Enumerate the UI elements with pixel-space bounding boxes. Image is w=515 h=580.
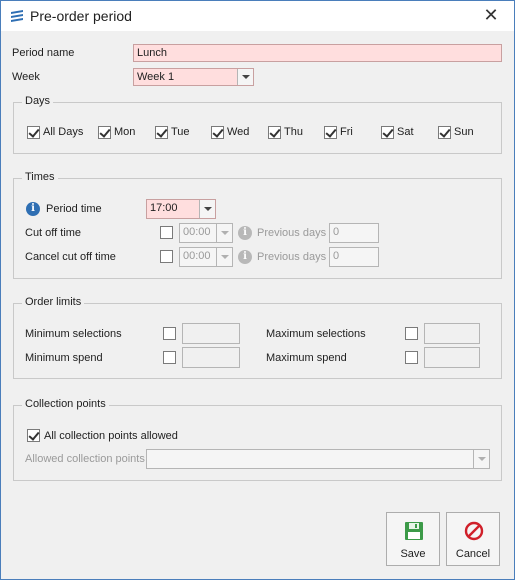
chevron-down-icon[interactable] [199,200,215,218]
minimum-spend-input[interactable] [182,347,240,368]
period-time-value: 17:00 [150,202,178,214]
period-name-value: Lunch [137,47,167,59]
minimum-spend-checkbox[interactable] [163,351,176,364]
chevron-down-icon[interactable] [473,450,489,468]
minimum-selections-checkbox[interactable] [163,327,176,340]
collection-points-group [13,405,502,481]
week-select[interactable]: Week 1 [133,68,254,86]
period-name-input[interactable]: Lunch [133,44,502,62]
cut-off-previous-days-label: Previous days [257,227,327,239]
cancel-previous-days-input[interactable]: 0 [329,247,379,267]
week-label: Week [12,71,40,83]
cut-off-previous-days-input[interactable]: 0 [329,223,379,243]
all-collection-points-checkbox[interactable] [27,429,40,442]
allowed-collection-points-select[interactable] [146,449,490,469]
close-icon[interactable]: ✕ [483,6,499,24]
cancel-icon [464,521,484,541]
collection-points-group-title: Collection points [22,398,109,410]
period-time-input[interactable]: 17:00 [146,199,216,219]
fri-label: Fri [340,126,353,138]
cancel-cut-off-time-input[interactable]: 00:00 [179,247,233,267]
week-value: Week 1 [137,71,175,83]
all-days-label: All Days [43,126,84,138]
app-logo-icon [11,10,23,22]
chevron-down-icon[interactable] [216,224,232,242]
times-group-title: Times [22,171,58,183]
cancel-cut-off-time-label: Cancel cut off time [25,251,116,263]
window-title: Pre-order period [30,8,132,24]
info-icon: i [238,226,252,240]
sat-label: Sat [397,126,414,138]
sun-checkbox[interactable] [438,126,451,139]
cut-off-time-label: Cut off time [25,227,82,239]
minimum-spend-label: Minimum spend [25,352,103,364]
maximum-selections-input[interactable] [424,323,480,344]
cancel-button-label: Cancel [455,548,491,560]
cut-off-time-checkbox[interactable] [160,226,173,239]
maximum-spend-checkbox[interactable] [405,351,418,364]
title-bar: Pre-order period ✕ [1,1,514,31]
cancel-button[interactable]: Cancel [446,512,500,566]
period-name-label: Period name [12,47,75,59]
cut-off-time-input[interactable]: 00:00 [179,223,233,243]
info-icon: i [238,250,252,264]
tue-checkbox[interactable] [155,126,168,139]
mon-checkbox[interactable] [98,126,111,139]
cancel-previous-days-value: 0 [333,250,340,262]
sat-checkbox[interactable] [381,126,394,139]
cancel-cut-off-time-value: 00:00 [183,250,211,262]
cancel-cut-off-time-checkbox[interactable] [160,250,173,263]
cancel-previous-days-label: Previous days [257,251,327,263]
chevron-down-icon[interactable] [237,69,253,85]
pre-order-period-dialog: Pre-order period ✕ Period name Lunch Wee… [0,0,515,580]
chevron-down-icon[interactable] [216,248,232,266]
order-limits-group-title: Order limits [22,296,85,308]
cut-off-previous-days-value: 0 [333,226,340,238]
save-button-label: Save [400,548,426,560]
maximum-selections-label: Maximum selections [266,328,366,340]
info-icon: i [26,202,40,216]
days-group-title: Days [22,95,54,107]
days-group [13,102,502,154]
all-collection-points-label: All collection points allowed [44,430,178,442]
thu-checkbox[interactable] [268,126,281,139]
sun-label: Sun [454,126,474,138]
fri-checkbox[interactable] [324,126,337,139]
mon-label: Mon [114,126,136,138]
minimum-selections-label: Minimum selections [25,328,122,340]
thu-label: Thu [284,126,303,138]
tue-label: Tue [171,126,190,138]
period-time-label: Period time [46,203,102,215]
maximum-spend-input[interactable] [424,347,480,368]
minimum-selections-input[interactable] [182,323,240,344]
wed-checkbox[interactable] [211,126,224,139]
cut-off-time-value: 00:00 [183,226,211,238]
allowed-collection-points-label: Allowed collection points [25,453,145,465]
wed-label: Wed [227,126,250,138]
all-days-checkbox[interactable] [27,126,40,139]
maximum-spend-label: Maximum spend [266,352,347,364]
save-button[interactable]: Save [386,512,440,566]
maximum-selections-checkbox[interactable] [405,327,418,340]
save-floppy-icon [405,522,423,540]
